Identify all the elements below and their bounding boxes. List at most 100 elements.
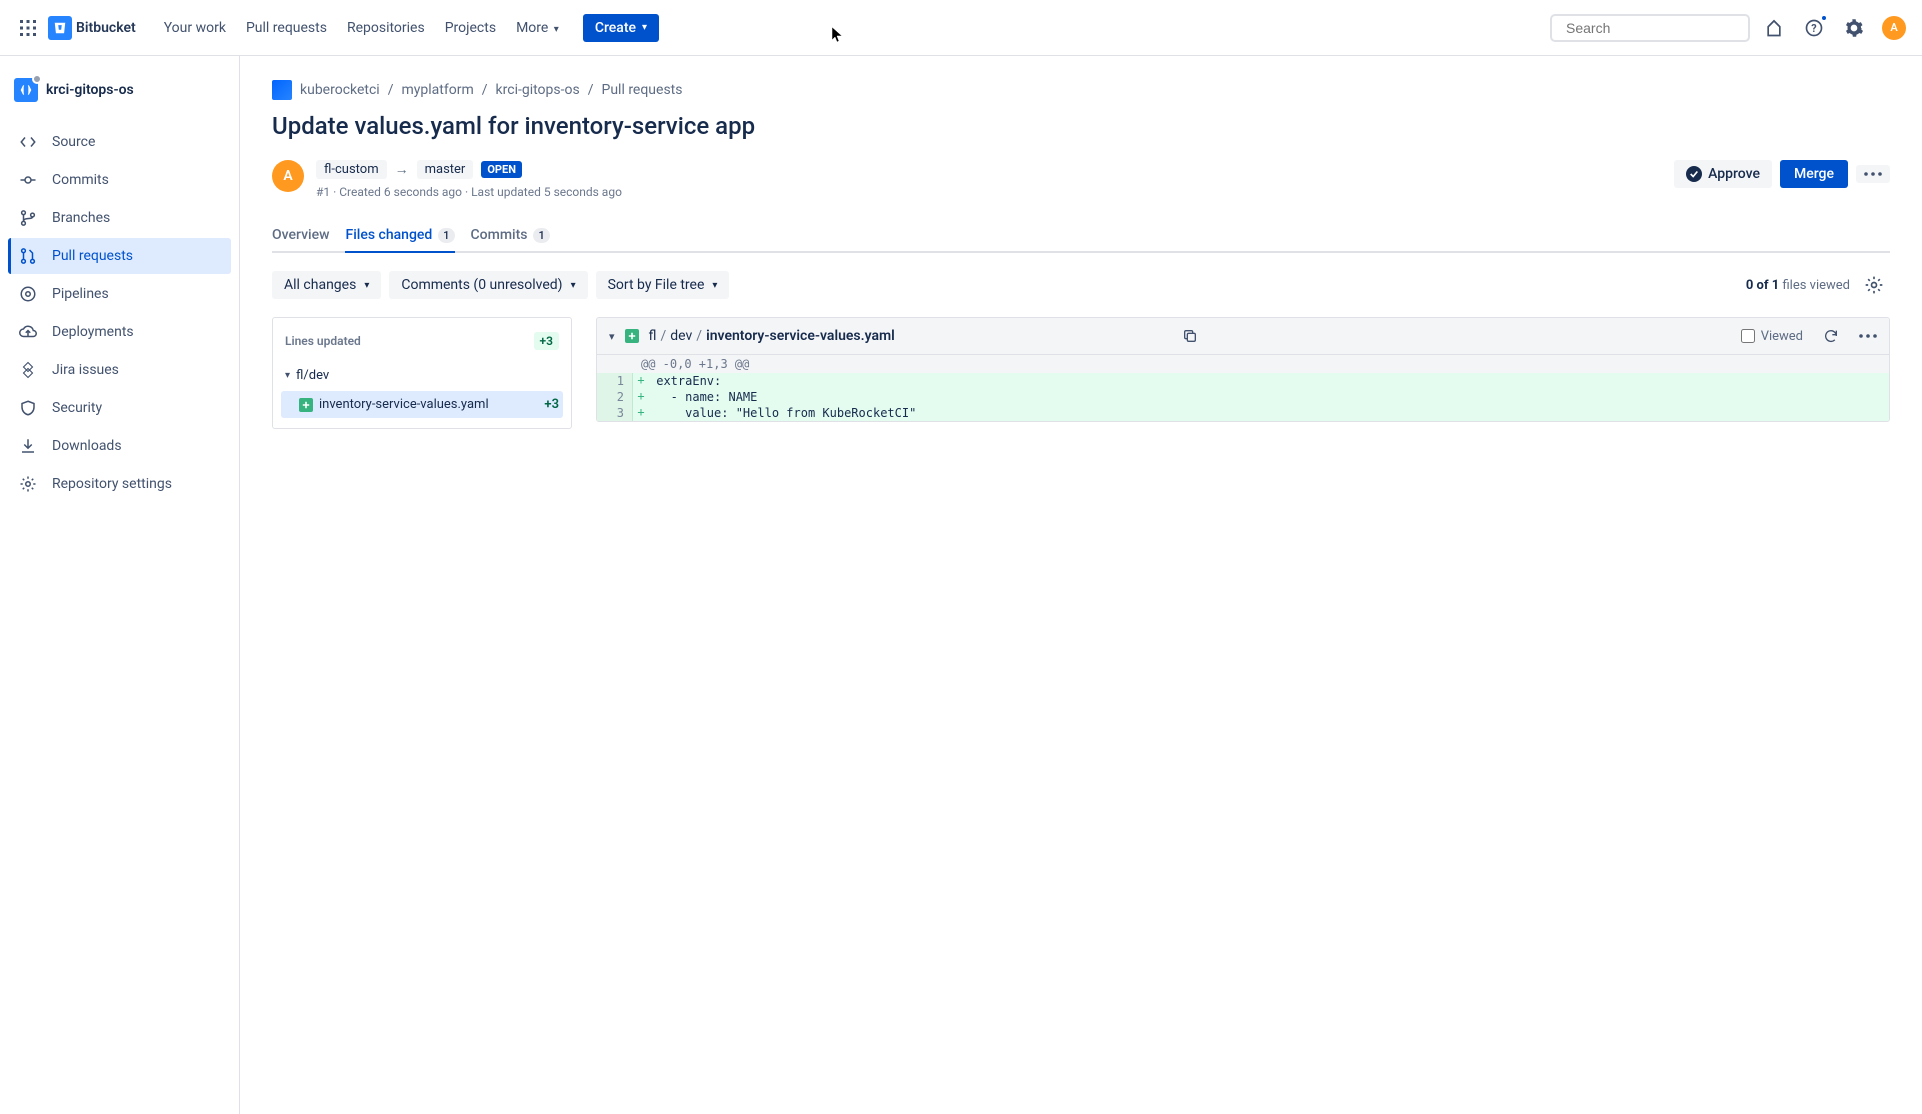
lines-updated-label: Lines updated [285, 334, 361, 348]
create-button[interactable]: Create ▾ [583, 14, 659, 42]
diff-marker: + [633, 389, 649, 405]
code-content: extraEnv: [649, 373, 1889, 389]
refresh-button[interactable] [1823, 328, 1839, 344]
dest-branch[interactable]: master [417, 160, 474, 179]
filter-sort[interactable]: Sort by File tree ▾ [596, 271, 730, 299]
approve-button[interactable]: Approve [1674, 160, 1772, 188]
code-content: value: "Hello from KubeRocketCI" [649, 405, 1889, 421]
nav-more[interactable]: More ▾ [508, 14, 567, 42]
chevron-down-icon: ▾ [712, 280, 717, 291]
download-icon [18, 436, 38, 456]
diff-line[interactable]: 2+ - name: NAME [597, 389, 1889, 405]
nav-projects[interactable]: Projects [437, 14, 504, 42]
sidebar-item-deployments[interactable]: Deployments [8, 314, 231, 350]
cloud-upload-icon [18, 322, 38, 342]
sidebar-item-source[interactable]: Source [8, 124, 231, 160]
source-branch[interactable]: fl-custom [316, 160, 387, 179]
settings-button[interactable] [1838, 12, 1870, 44]
breadcrumb-section[interactable]: Pull requests [601, 82, 682, 98]
pipeline-icon [18, 284, 38, 304]
refresh-icon [1823, 328, 1839, 344]
files-viewed-count: 0 of 1 files viewed [1746, 278, 1850, 293]
file-tree: Lines updated +3 ▾ fl/dev inventory-serv… [272, 317, 572, 429]
chevron-down-icon[interactable]: ▾ [609, 330, 615, 343]
commit-icon [18, 170, 38, 190]
chevron-down-icon: ▾ [364, 280, 369, 291]
branch-icon [18, 208, 38, 228]
diff-line[interactable]: 1+ extraEnv: [597, 373, 1889, 389]
notification-badge [1820, 14, 1828, 22]
file-added-icon [625, 329, 639, 343]
nav-repositories[interactable]: Repositories [339, 14, 433, 42]
search-input[interactable] [1566, 20, 1747, 36]
jira-icon [18, 360, 38, 380]
sidebar-item-repo-settings[interactable]: Repository settings [8, 466, 231, 502]
dots-icon [1864, 172, 1882, 176]
repo-name: krci-gitops-os [46, 82, 134, 98]
chevron-down-icon: ▾ [642, 22, 647, 33]
copy-icon [1182, 328, 1198, 344]
tab-commits[interactable]: Commits 1 [471, 219, 550, 253]
nav-pull-requests[interactable]: Pull requests [238, 14, 335, 42]
line-number: 3 [597, 405, 633, 421]
diff-marker: + [633, 405, 649, 421]
filter-all-changes[interactable]: All changes ▾ [272, 271, 381, 299]
author-avatar[interactable]: A [272, 160, 304, 192]
copy-path-button[interactable] [1182, 328, 1198, 344]
sidebar-item-pipelines[interactable]: Pipelines [8, 276, 231, 312]
lines-added-badge: +3 [534, 332, 559, 350]
files-count-badge: 1 [438, 228, 454, 243]
file-added-icon [299, 398, 313, 412]
diff-settings-button[interactable] [1858, 269, 1890, 301]
commits-count-badge: 1 [533, 228, 549, 243]
more-actions-button[interactable] [1856, 165, 1890, 183]
repo-header[interactable]: krci-gitops-os [8, 72, 231, 108]
file-more-button[interactable] [1859, 334, 1877, 338]
bitbucket-logo[interactable]: Bitbucket [48, 16, 136, 40]
pr-subline: #1 · Created 6 seconds ago · Last update… [316, 185, 622, 199]
pr-status-badge: OPEN [481, 161, 522, 178]
breadcrumb-repo[interactable]: krci-gitops-os [496, 82, 580, 98]
breadcrumb-project[interactable]: myplatform [402, 82, 474, 98]
repo-icon [14, 78, 38, 102]
app-switcher[interactable] [16, 16, 40, 40]
tree-folder[interactable]: ▾ fl/dev [281, 364, 563, 387]
tab-overview[interactable]: Overview [272, 219, 329, 253]
merge-button[interactable]: Merge [1780, 160, 1848, 188]
diff-hunk-header: @@ -0,0 +1,3 @@ [597, 355, 1889, 373]
sidebar-item-security[interactable]: Security [8, 390, 231, 426]
viewed-checkbox[interactable]: Viewed [1741, 329, 1803, 344]
diff-marker: + [633, 373, 649, 389]
sidebar-item-branches[interactable]: Branches [8, 200, 231, 236]
product-name: Bitbucket [76, 20, 136, 36]
dots-icon [1859, 334, 1877, 338]
pull-request-icon [18, 246, 38, 266]
code-icon [18, 132, 38, 152]
tree-file[interactable]: inventory-service-values.yaml +3 [281, 391, 563, 418]
breadcrumb-workspace[interactable]: kuberocketci [300, 82, 380, 98]
diff-panel: ▾ fl/dev/inventory-service-values.yaml V… [596, 317, 1890, 422]
gear-icon [18, 474, 38, 494]
chevron-down-icon: ▾ [554, 24, 559, 35]
nav-your-work[interactable]: Your work [156, 14, 234, 42]
file-lines-badge: +3 [544, 397, 559, 412]
sidebar-item-jira-issues[interactable]: Jira issues [8, 352, 231, 388]
sidebar-item-pull-requests[interactable]: Pull requests [8, 238, 231, 274]
diff-file-path: fl/dev/inventory-service-values.yaml [649, 328, 1172, 344]
project-icon [272, 80, 292, 100]
bitbucket-icon [48, 16, 72, 40]
search-box[interactable] [1550, 14, 1750, 42]
breadcrumb: kuberocketci / myplatform / krci-gitops-… [272, 80, 1890, 100]
arrow-right-icon: → [395, 161, 409, 178]
user-avatar[interactable]: A [1882, 16, 1906, 40]
help-button[interactable]: ? [1798, 12, 1830, 44]
chevron-down-icon: ▾ [285, 370, 290, 381]
sidebar-item-commits[interactable]: Commits [8, 162, 231, 198]
diff-line[interactable]: 3+ value: "Hello from KubeRocketCI" [597, 405, 1889, 421]
code-content: - name: NAME [649, 389, 1889, 405]
filter-comments[interactable]: Comments (0 unresolved) ▾ [389, 271, 587, 299]
tab-files-changed[interactable]: Files changed 1 [345, 219, 454, 253]
notifications-button[interactable] [1758, 12, 1790, 44]
sidebar-item-downloads[interactable]: Downloads [8, 428, 231, 464]
line-number: 2 [597, 389, 633, 405]
